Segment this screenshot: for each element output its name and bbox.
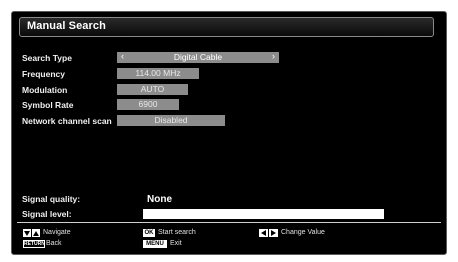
- footer-divider: [17, 222, 441, 223]
- modulation-label: Modulation: [22, 85, 68, 95]
- frequency-field[interactable]: 114.00 MHz: [117, 68, 199, 79]
- nav-down-icon: [23, 229, 31, 237]
- exit-hint: Exit: [170, 240, 182, 247]
- symbol-rate-value: 6900: [138, 99, 158, 109]
- signal-level-label: Signal level:: [22, 209, 72, 219]
- ok-key: OK: [143, 229, 155, 237]
- title-bar: Manual Search: [19, 17, 434, 37]
- left-key-icon: [259, 229, 268, 237]
- navigate-hint: Navigate: [43, 229, 71, 236]
- symbol-rate-field[interactable]: 6900: [117, 99, 179, 110]
- network-scan-label: Network channel scan: [22, 116, 112, 126]
- symbol-rate-label: Symbol Rate: [22, 100, 74, 110]
- start-search-hint: Start search: [158, 229, 196, 236]
- modulation-field[interactable]: AUTO: [117, 84, 188, 95]
- frequency-label: Frequency: [22, 69, 65, 79]
- manual-search-screen: Manual Search Search Type ‹ Digital Cabl…: [11, 11, 447, 255]
- search-type-value: Digital Cable: [173, 52, 223, 62]
- network-scan-field[interactable]: Disabled: [117, 115, 225, 126]
- search-type-label: Search Type: [22, 53, 72, 63]
- back-hint: Back: [46, 240, 62, 247]
- network-scan-value: Disabled: [154, 115, 188, 125]
- change-value-hint: Change Value: [281, 229, 325, 236]
- return-key: RETURN: [23, 240, 45, 248]
- menu-key: MENU: [143, 240, 167, 248]
- signal-level-bar: [143, 209, 384, 219]
- frequency-value: 114.00 MHz: [135, 68, 181, 78]
- search-type-selector[interactable]: ‹ Digital Cable ›: [117, 51, 279, 63]
- signal-quality-value: None: [147, 194, 172, 205]
- nav-up-icon: [32, 229, 40, 237]
- arrow-right-icon[interactable]: ›: [272, 51, 275, 62]
- signal-quality-label: Signal quality:: [22, 194, 81, 204]
- right-key-icon: [269, 229, 278, 237]
- arrow-left-icon[interactable]: ‹: [121, 51, 124, 62]
- page-title: Manual Search: [27, 20, 106, 32]
- modulation-value: AUTO: [140, 84, 165, 94]
